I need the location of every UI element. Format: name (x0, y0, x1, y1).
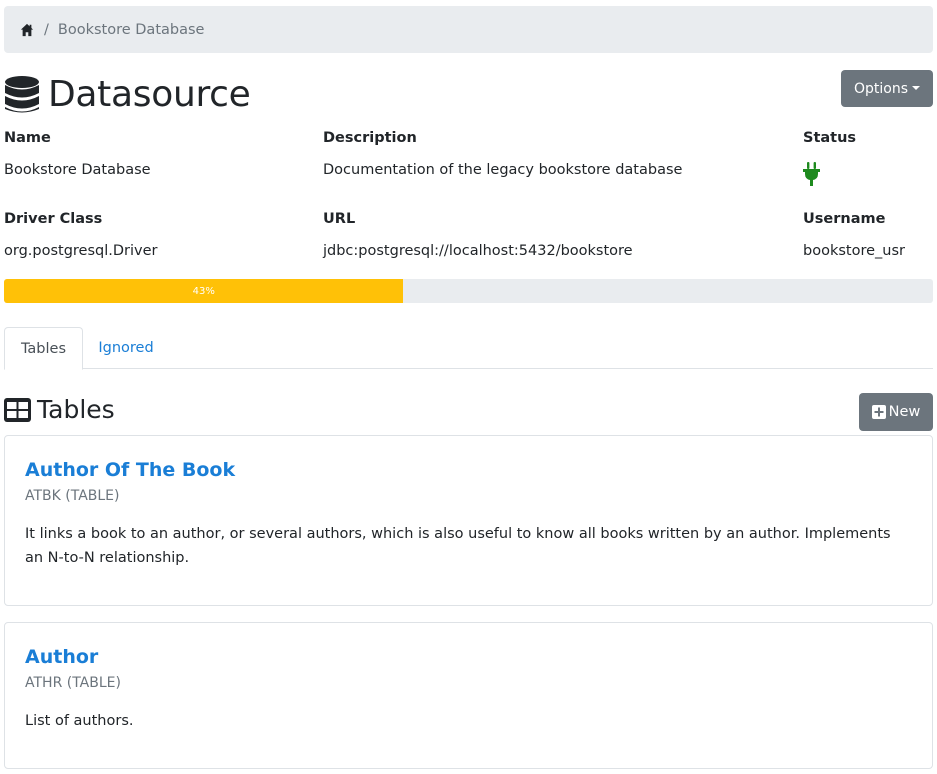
card-description: It links a book to an author, or several… (25, 526, 891, 566)
new-table-button[interactable]: New (859, 393, 933, 431)
progress-bar: 43% (4, 279, 933, 303)
new-label: New (888, 404, 921, 420)
name-label: Name (4, 130, 51, 146)
card-title-link[interactable]: Author (25, 643, 912, 671)
page-header: Datasource (4, 72, 251, 118)
url-value: jdbc:postgresql://localhost:5432/booksto… (323, 243, 633, 259)
database-icon (4, 75, 40, 115)
description-label: Description (323, 130, 417, 146)
table-icon (4, 397, 31, 422)
table-card: Author Of The Book ATBK (TABLE) It links… (4, 435, 933, 606)
card-subtitle: ATHR (TABLE) (25, 675, 121, 691)
section-title: Tables (37, 395, 115, 424)
tabs: Tables Ignored (4, 327, 933, 370)
page-title: Datasource (48, 74, 251, 115)
plug-icon (803, 162, 820, 186)
progress-fill: 43% (4, 279, 404, 303)
options-dropdown-button[interactable]: Options (841, 70, 933, 107)
progress-label: 43% (192, 285, 215, 297)
url-label: URL (323, 211, 356, 227)
breadcrumb: / Bookstore Database (4, 6, 933, 53)
username-value: bookstore_usr (803, 243, 905, 259)
options-label: Options (853, 80, 909, 97)
tab-ignored[interactable]: Ignored (83, 327, 169, 369)
driver-class-label: Driver Class (4, 211, 103, 227)
driver-class-value: org.postgresql.Driver (4, 243, 158, 259)
section-header: Tables (4, 395, 115, 424)
table-card: Author ATHR (TABLE) List of authors. (4, 622, 933, 769)
name-value: Bookstore Database (4, 162, 151, 178)
username-label: Username (803, 211, 886, 227)
status-label: Status (803, 130, 857, 146)
plus-square-icon (871, 405, 886, 419)
breadcrumb-separator: / (44, 21, 49, 38)
card-title-link[interactable]: Author Of The Book (25, 456, 912, 484)
caret-down-icon (912, 85, 921, 90)
card-subtitle: ATBK (TABLE) (25, 488, 120, 504)
tab-tables[interactable]: Tables (4, 327, 83, 370)
breadcrumb-current: Bookstore Database (57, 21, 205, 38)
description-value: Documentation of the legacy bookstore da… (323, 162, 683, 178)
card-description: List of authors. (25, 713, 134, 729)
home-icon[interactable] (20, 23, 34, 37)
